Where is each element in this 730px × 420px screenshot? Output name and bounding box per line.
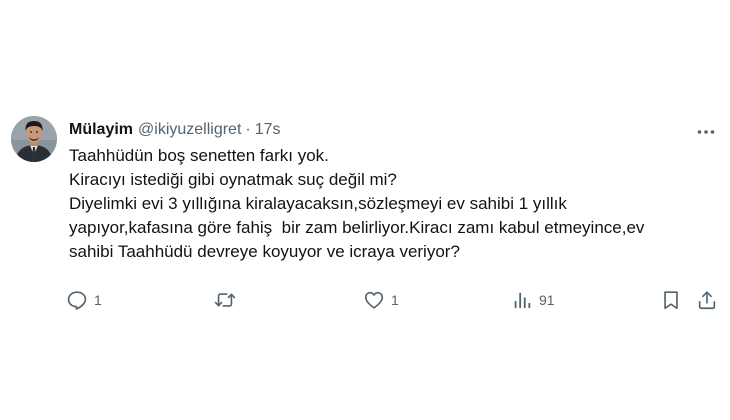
bookmark-icon [664, 291, 678, 310]
reply-button[interactable]: 1 [66, 288, 102, 312]
tweet-text-line: Taahhüdün boş senetten farkı yok. [69, 146, 329, 165]
views-button[interactable]: 91 [511, 288, 555, 312]
action-bar: 1 1 91 [0, 288, 730, 312]
views-count: 91 [539, 292, 555, 308]
heart-icon [364, 291, 384, 309]
more-icon [697, 130, 715, 134]
tweet-text-line: Diyelimki evi 3 yıllığına kiralayacaksın… [69, 194, 567, 213]
author-name[interactable]: Mülayim [69, 121, 133, 139]
like-button[interactable]: 1 [363, 288, 399, 312]
tweet-header: Mülayim @ikiyuzelligret · 17s [69, 118, 281, 142]
bookmark-button[interactable] [660, 288, 682, 312]
reply-icon [67, 291, 87, 310]
page: Mülayim @ikiyuzelligret · 17s Taahhüdün … [0, 0, 730, 420]
timestamp[interactable]: 17s [255, 121, 281, 139]
avatar[interactable] [11, 116, 57, 162]
share-button[interactable] [696, 288, 718, 312]
share-icon [698, 291, 716, 310]
tweet-text-line: Kiracıyı istediği gibi oynatmak suç deği… [69, 170, 397, 189]
tweet-text-line: sahibi Taahhüdü devreye koyuyor ve icray… [69, 242, 460, 261]
avatar-photo [11, 116, 57, 162]
like-count: 1 [391, 292, 399, 308]
more-button[interactable] [694, 120, 718, 144]
tweet-text: Taahhüdün boş senetten farkı yok. Kiracı… [69, 144, 719, 264]
tweet[interactable]: Mülayim @ikiyuzelligret · 17s Taahhüdün … [0, 108, 730, 328]
retweet-icon [214, 293, 236, 307]
separator-dot: · [245, 121, 251, 138]
tweet-text-line: yapıyor,kafasına göre fahiş bir zam beli… [69, 218, 645, 237]
views-icon [514, 292, 531, 309]
retweet-button[interactable] [214, 288, 242, 312]
reply-count: 1 [94, 292, 102, 308]
author-handle[interactable]: @ikiyuzelligret [138, 121, 241, 139]
